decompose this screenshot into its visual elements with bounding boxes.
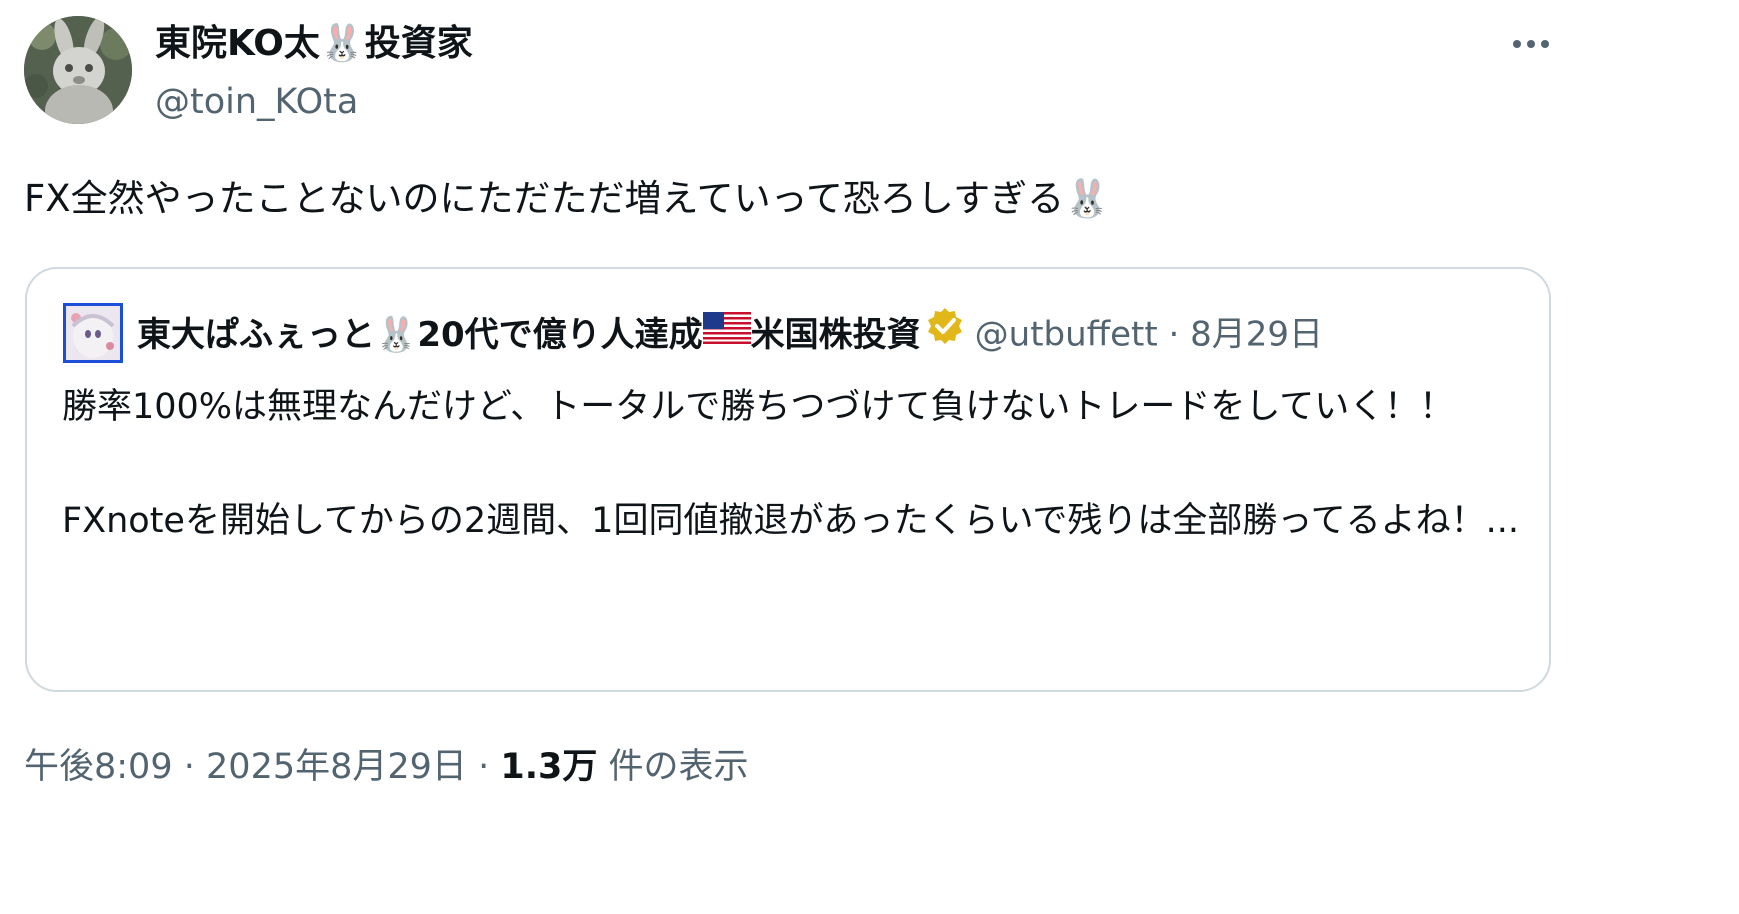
- verified-badge-icon[interactable]: [925, 306, 965, 360]
- meta-separator: ·: [183, 747, 195, 787]
- quoted-name-part-a: 東大ぱふぇっと: [137, 314, 375, 355]
- anime-girl-avatar-image: [66, 306, 120, 360]
- meta-separator: ·: [478, 747, 490, 787]
- tweet-date[interactable]: 2025年8月29日: [206, 747, 467, 787]
- rabbit-emoji-icon: 🐰: [319, 23, 365, 64]
- quoted-header: 東大ぱふぇっと🐰20代で億り人達成 米国株投資 @utbuffett · 8月2…: [137, 306, 1323, 363]
- author-avatar[interactable]: [24, 16, 132, 124]
- author-display-name[interactable]: 東院KO太🐰投資家: [155, 22, 473, 66]
- views-count: 1.3万: [500, 747, 598, 787]
- quoted-author-name[interactable]: 東大ぱふぇっと🐰20代で億り人達成 米国株投資: [137, 312, 921, 355]
- quoted-tweet-card[interactable]: 東大ぱふぇっと🐰20代で億り人達成 米国株投資 @utbuffett · 8月2…: [25, 267, 1551, 692]
- quoted-separator: ·: [1168, 314, 1180, 355]
- quoted-author-handle[interactable]: @utbuffett: [975, 315, 1158, 355]
- author-handle[interactable]: @toin_KOta: [155, 80, 358, 124]
- tweet-time[interactable]: 午後8:09: [24, 747, 173, 787]
- more-horizontal-icon[interactable]: [1506, 24, 1556, 64]
- author-name-suffix: 投資家: [364, 23, 473, 64]
- rabbit-emoji-icon: 🐰: [375, 314, 418, 355]
- rabbit-emoji-icon: 🐰: [1064, 177, 1111, 220]
- us-flag-icon: [702, 308, 751, 358]
- quoted-name-part-c: 米国株投資: [750, 314, 921, 355]
- tweet-meta: 午後8:09 · 2025年8月29日 · 1.3万 件の表示: [24, 742, 749, 792]
- quoted-date[interactable]: 8月29日: [1190, 315, 1323, 355]
- rabbit-statue-avatar-image: [24, 16, 132, 124]
- quoted-tweet-text: 勝率100%は無理なんだけど、トータルで勝ちつづけて負けないトレードをしていく！…: [62, 387, 1520, 541]
- quoted-author-avatar[interactable]: [63, 303, 123, 363]
- author-name-prefix: 東院KO太: [155, 23, 320, 64]
- tweet-text: FX全然やったことないのにただただ増えていって恐ろしすぎる🐰: [24, 172, 1110, 226]
- quoted-name-part-b: 20代で億り人達成: [417, 314, 703, 355]
- views-label: 件の表示: [608, 747, 749, 787]
- tweet-text-body: FX全然やったことないのにただただ増えていって恐ろしすぎる: [24, 177, 1065, 220]
